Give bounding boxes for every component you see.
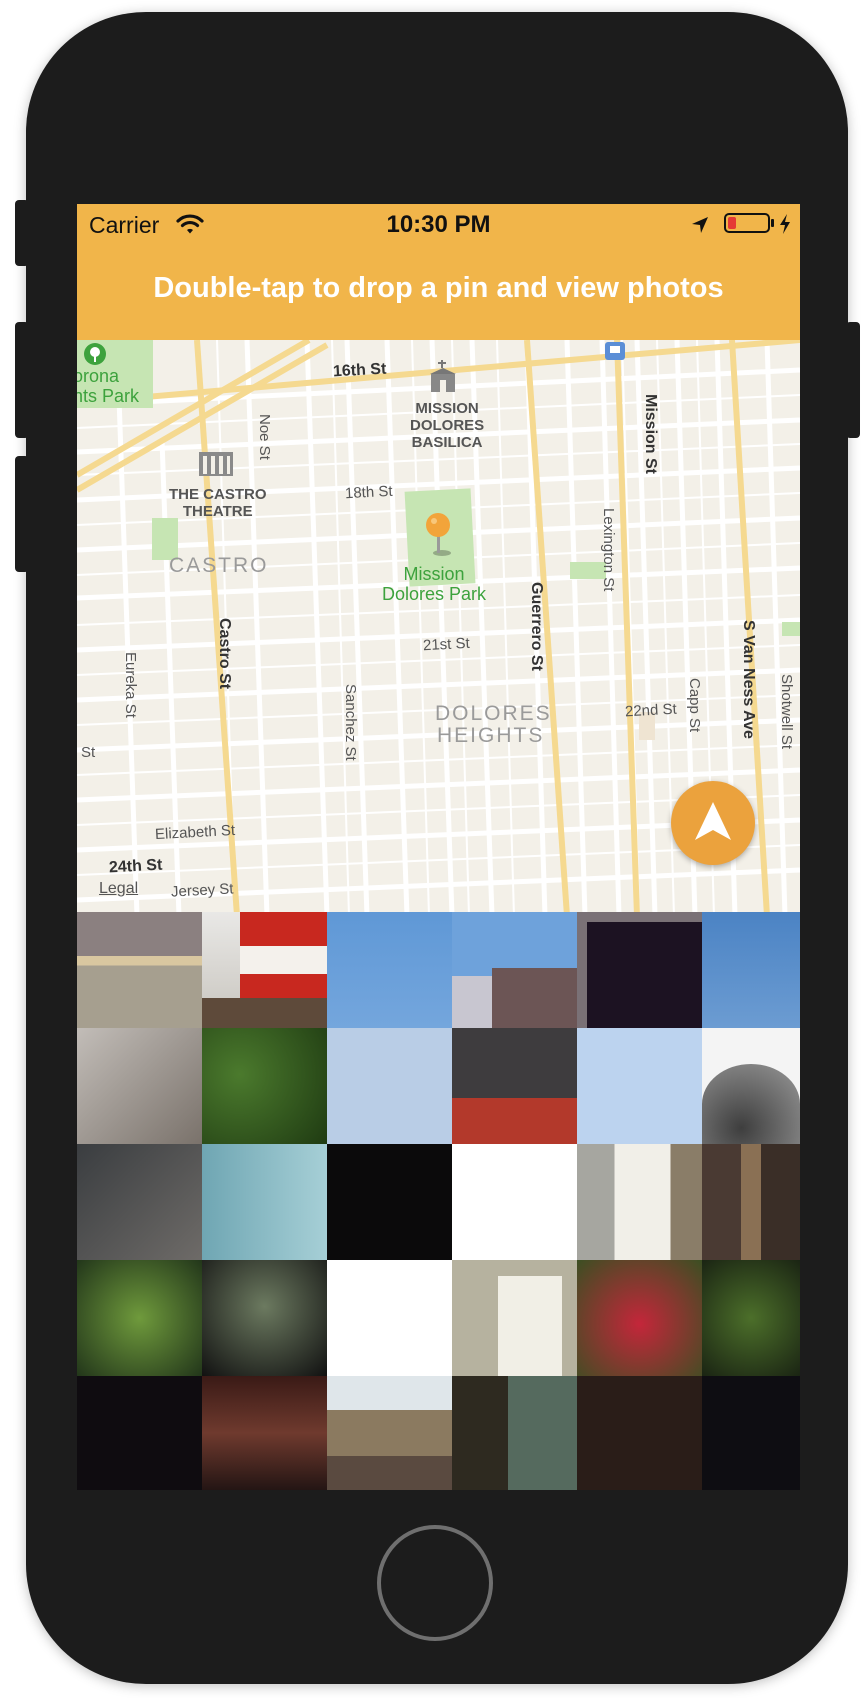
- street-label-guerrero: Guerrero St: [528, 582, 545, 671]
- map-poi-mission-dolores-park: Mission Dolores Park: [382, 564, 486, 604]
- photo-tile[interactable]: [452, 1376, 577, 1490]
- map-poi-corona-heights-park: orona nts Park: [77, 366, 139, 406]
- photo-tile[interactable]: [702, 1376, 800, 1490]
- charging-bolt-icon: [778, 213, 792, 240]
- photo-tile[interactable]: [202, 912, 327, 1028]
- photo-tile[interactable]: [452, 1260, 577, 1376]
- location-arrow-icon: [695, 802, 731, 840]
- photo-grid: [77, 912, 800, 1490]
- photo-tile[interactable]: [77, 912, 202, 1028]
- photo-tile[interactable]: [577, 1028, 702, 1144]
- photo-tile[interactable]: [202, 1260, 327, 1376]
- street-label-21st: 21st St: [422, 634, 471, 655]
- photo-tile[interactable]: [702, 912, 800, 1028]
- mute-switch: [15, 200, 29, 266]
- poi-line: orona: [77, 366, 120, 386]
- photo-tile[interactable]: [327, 912, 452, 1028]
- street-label-capp: Capp St: [686, 678, 703, 733]
- photo-tile[interactable]: [577, 1144, 702, 1260]
- photo-tile[interactable]: [452, 912, 577, 1028]
- photo-tile[interactable]: [577, 1376, 702, 1490]
- photo-tile[interactable]: [77, 1376, 202, 1490]
- street-label-lexington: Lexington St: [600, 508, 617, 592]
- photo-tile[interactable]: [327, 1260, 452, 1376]
- area-label-heights: HEIGHTS: [437, 724, 545, 747]
- instruction-banner: Double-tap to drop a pin and view photos: [77, 244, 800, 344]
- photo-tile[interactable]: [452, 1028, 577, 1144]
- photo-tile[interactable]: [327, 1028, 452, 1144]
- power-button: [846, 322, 860, 438]
- street-label-22nd: 22nd St: [624, 700, 678, 721]
- poi-line: Dolores Park: [382, 584, 487, 604]
- street-label-18th: 18th St: [344, 482, 393, 503]
- poi-line: THE CASTRO: [169, 486, 267, 503]
- photo-tile[interactable]: [77, 1260, 202, 1376]
- photo-tile[interactable]: [452, 1144, 577, 1260]
- poi-line: THEATRE: [182, 503, 253, 520]
- street-label-shotwell: Shotwell St: [778, 674, 795, 750]
- map-view[interactable]: orona nts Park 16th St MISSION DOLORES B…: [77, 340, 800, 916]
- photo-tile[interactable]: [77, 1144, 202, 1260]
- street-label-castro: Castro St: [216, 618, 233, 690]
- street-label-jersey: Jersey St: [170, 880, 234, 901]
- poi-line: BASILICA: [411, 434, 483, 451]
- battery-cap: [771, 219, 774, 227]
- street-label-st: St: [81, 744, 96, 761]
- photo-tile[interactable]: [327, 1144, 452, 1260]
- poi-line: DOLORES: [410, 417, 485, 434]
- photo-tile[interactable]: [702, 1144, 800, 1260]
- location-services-icon: [690, 215, 710, 240]
- map-legal-link[interactable]: Legal: [99, 880, 138, 898]
- photo-tile[interactable]: [202, 1028, 327, 1144]
- photo-tile[interactable]: [577, 912, 702, 1028]
- street-label-noe: Noe St: [256, 414, 273, 460]
- photo-tile[interactable]: [77, 1028, 202, 1144]
- photo-tile[interactable]: [702, 1028, 800, 1144]
- photo-tile[interactable]: [202, 1144, 327, 1260]
- photo-tile[interactable]: [202, 1376, 327, 1490]
- current-location-button[interactable]: [671, 781, 755, 865]
- poi-line: MISSION: [415, 400, 479, 417]
- street-label-mission: Mission St: [642, 394, 659, 475]
- home-button[interactable]: [377, 1525, 493, 1641]
- street-label-16th: 16th St: [332, 360, 387, 381]
- photo-tile[interactable]: [327, 1376, 452, 1490]
- street-label-24th: 24th St: [108, 856, 163, 877]
- status-bar: Carrier 10:30 PM: [77, 204, 800, 244]
- volume-down-button: [15, 456, 29, 572]
- photo-tile[interactable]: [702, 1260, 800, 1376]
- map-poi-castro-theatre: THE CASTRO THEATRE: [169, 486, 267, 520]
- poi-line: nts Park: [77, 386, 140, 406]
- area-label-castro: CASTRO: [169, 554, 269, 577]
- poi-line: Mission: [403, 564, 465, 584]
- volume-up-button: [15, 322, 29, 438]
- map-poi-mission-dolores-basilica: MISSION DOLORES BASILICA: [410, 400, 484, 451]
- street-label-s-van-ness: S Van Ness Ave: [740, 620, 757, 739]
- street-label-sanchez: Sanchez St: [342, 684, 359, 761]
- photo-tile[interactable]: [577, 1260, 702, 1376]
- street-label-eureka: Eureka St: [122, 652, 139, 718]
- battery-icon: [724, 213, 770, 233]
- app-screen: Carrier 10:30 PM Double-tap to drop a pi…: [77, 204, 800, 1490]
- area-label-dolores: DOLORES: [435, 702, 552, 725]
